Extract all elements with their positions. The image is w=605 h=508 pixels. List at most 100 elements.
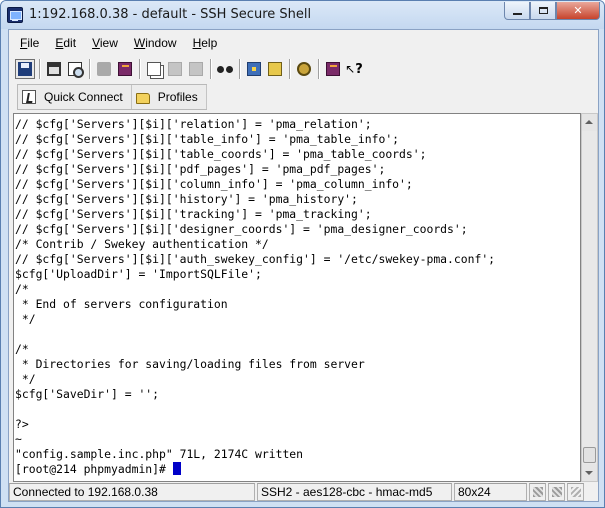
key-icon bbox=[297, 62, 311, 76]
terminal-line: // $cfg['Servers'][$i]['column_info'] = … bbox=[15, 177, 413, 191]
terminal-line: /* bbox=[15, 342, 29, 356]
disconnect-button[interactable] bbox=[94, 59, 114, 79]
terminal-cursor bbox=[172, 462, 181, 475]
quick-connect-button[interactable]: Quick Connect bbox=[18, 85, 132, 109]
terminal-line: // $cfg['Servers'][$i]['relation'] = 'pm… bbox=[15, 117, 372, 131]
folder-icon bbox=[135, 92, 150, 104]
disconnect-icon bbox=[97, 62, 111, 76]
find-button[interactable] bbox=[215, 59, 235, 79]
window-title: 1:192.168.0.38 - default - SSH Secure Sh… bbox=[29, 7, 312, 22]
terminal-prompt-line: [root@214 phpmyadmin]# bbox=[15, 462, 580, 477]
menu-window[interactable]: Window bbox=[123, 33, 182, 55]
terminal-line: */ bbox=[15, 372, 36, 386]
profile-settings-button[interactable] bbox=[265, 59, 285, 79]
terminal-line: * End of servers configuration bbox=[15, 297, 228, 311]
maximize-button[interactable] bbox=[530, 2, 556, 20]
ssh-window: 1:192.168.0.38 - default - SSH Secure Sh… bbox=[0, 0, 605, 508]
settings-button[interactable] bbox=[244, 59, 264, 79]
terminal-output[interactable]: // $cfg['Servers'][$i]['relation'] = 'pm… bbox=[13, 113, 581, 482]
terminal-line: "config.sample.inc.php" 71L, 2174C writt… bbox=[15, 447, 304, 461]
menu-bar: File Edit View Window Help bbox=[9, 33, 222, 55]
menu-file[interactable]: File bbox=[9, 33, 44, 55]
paste-button[interactable] bbox=[165, 59, 185, 79]
toolbar-separator bbox=[39, 59, 41, 79]
toolbar-separator bbox=[318, 59, 320, 79]
whats-this-icon: ? bbox=[355, 61, 363, 77]
terminal-line: // $cfg['Servers'][$i]['auth_swekey_conf… bbox=[15, 252, 496, 266]
scroll-up-button[interactable] bbox=[582, 114, 597, 131]
paste-special-button[interactable] bbox=[186, 59, 206, 79]
key-button[interactable] bbox=[294, 59, 314, 79]
terminal-line: /* bbox=[15, 282, 29, 296]
paste-disabled-icon bbox=[189, 62, 203, 76]
print-button[interactable] bbox=[44, 59, 64, 79]
title-bar[interactable]: 1:192.168.0.38 - default - SSH Secure Sh… bbox=[1, 1, 604, 29]
profile-settings-icon bbox=[268, 62, 282, 76]
terminal-line: // $cfg['Servers'][$i]['designer_coords'… bbox=[15, 222, 468, 236]
close-button[interactable]: ✕ bbox=[556, 2, 600, 20]
lock-status-icon bbox=[548, 483, 565, 501]
print-preview-icon bbox=[68, 62, 84, 78]
whats-this-button[interactable]: ↖? bbox=[344, 59, 364, 79]
terminal-line: $cfg['UploadDir'] = 'ImportSQLFile'; bbox=[15, 267, 262, 281]
toolbar: ↖? bbox=[15, 57, 365, 81]
resize-grip-icon[interactable] bbox=[567, 483, 584, 501]
ssh-app-icon[interactable] bbox=[7, 7, 23, 23]
shell-prompt: [root@214 phpmyadmin]# bbox=[15, 462, 173, 476]
terminal-line: /* Contrib / Swekey authentication */ bbox=[15, 237, 269, 251]
profiles-button[interactable]: Profiles bbox=[132, 85, 207, 109]
quick-connect-label: Quick Connect bbox=[44, 90, 123, 104]
scroll-thumb[interactable] bbox=[583, 447, 596, 463]
window-controls: ✕ bbox=[504, 2, 600, 20]
copy-button[interactable] bbox=[144, 59, 164, 79]
find-icon bbox=[217, 63, 233, 75]
terminal-line: */ bbox=[15, 312, 36, 326]
profiles-label: Profiles bbox=[157, 90, 198, 104]
terminal-line: ?> bbox=[15, 417, 29, 431]
terminal-scrollbar[interactable] bbox=[581, 113, 598, 482]
client-area: File Edit View Window Help ↖ ? Quick Con… bbox=[8, 29, 599, 502]
settings-icon bbox=[247, 62, 261, 76]
terminal-line: // $cfg['Servers'][$i]['table_info'] = '… bbox=[15, 132, 400, 146]
copy-icon bbox=[147, 62, 161, 76]
toolbar-separator bbox=[139, 59, 141, 79]
save-icon bbox=[18, 62, 32, 76]
print-preview-button[interactable] bbox=[65, 59, 85, 79]
pointer-icon: ↖ bbox=[345, 62, 356, 76]
maximize-icon bbox=[538, 7, 548, 14]
help-book-icon bbox=[326, 62, 340, 76]
terminal-line: $cfg['SaveDir'] = ''; bbox=[15, 387, 160, 401]
cut-button[interactable] bbox=[115, 59, 135, 79]
toolbar-separator bbox=[210, 59, 212, 79]
paste-icon bbox=[168, 62, 182, 76]
minimize-icon bbox=[512, 12, 522, 15]
terminal-line: // $cfg['Servers'][$i]['tracking'] = 'pm… bbox=[15, 207, 372, 221]
close-icon: ✕ bbox=[573, 4, 583, 17]
terminal-line: * Directories for saving/loading files f… bbox=[15, 357, 365, 371]
toolbar-separator bbox=[289, 59, 291, 79]
help-button[interactable] bbox=[323, 59, 343, 79]
menu-help[interactable]: Help bbox=[182, 33, 223, 55]
cipher-status: SSH2 - aes128-cbc - hmac-md5 bbox=[257, 483, 452, 501]
menu-edit[interactable]: Edit bbox=[44, 33, 81, 55]
scroll-down-button[interactable] bbox=[582, 464, 597, 481]
terminal-line: // $cfg['Servers'][$i]['history'] = 'pma… bbox=[15, 192, 358, 206]
print-icon bbox=[47, 62, 61, 76]
transfer-status-icon bbox=[529, 483, 546, 501]
terminal-line: // $cfg['Servers'][$i]['pdf_pages'] = 'p… bbox=[15, 162, 386, 176]
quick-connect-bar: Quick Connect Profiles bbox=[17, 84, 207, 110]
save-button[interactable] bbox=[15, 59, 35, 79]
quick-connect-icon bbox=[22, 90, 36, 104]
cut-icon bbox=[118, 62, 132, 76]
connection-status: Connected to 192.168.0.38 bbox=[9, 483, 255, 501]
terminal-line: ~ bbox=[15, 432, 22, 446]
toolbar-separator bbox=[239, 59, 241, 79]
terminal-size-status: 80x24 bbox=[454, 483, 527, 501]
toolbar-separator bbox=[89, 59, 91, 79]
menu-view[interactable]: View bbox=[81, 33, 123, 55]
status-bar: Connected to 192.168.0.38 SSH2 - aes128-… bbox=[9, 483, 598, 501]
minimize-button[interactable] bbox=[504, 2, 530, 20]
terminal-line: // $cfg['Servers'][$i]['table_coords'] =… bbox=[15, 147, 427, 161]
